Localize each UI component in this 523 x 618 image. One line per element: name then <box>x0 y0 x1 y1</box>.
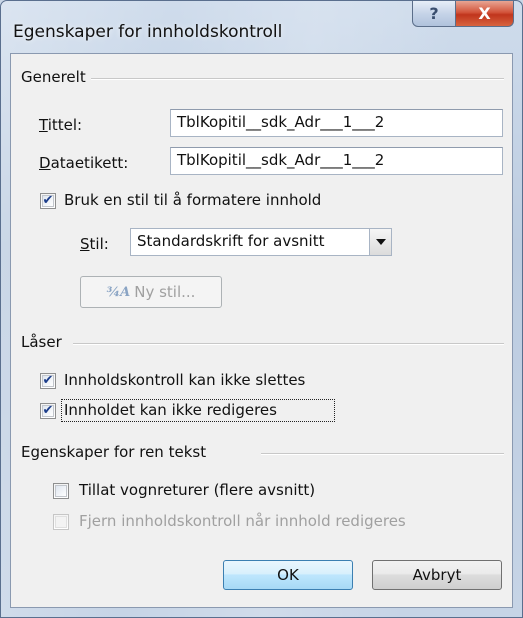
style-select-value: Standardskrift for avsnitt <box>137 232 325 250</box>
group-title-plain-text: Egenskaper for ren tekst <box>21 443 207 461</box>
chevron-down-icon <box>375 239 386 245</box>
ok-button[interactable]: OK <box>223 560 353 590</box>
style-label: Stil: <box>80 235 109 253</box>
group-divider-plain-text <box>261 453 504 455</box>
group-title-locking: Låser <box>21 333 62 351</box>
cannot-edit-label: Innholdet kan ikke redigeres <box>64 401 277 419</box>
remove-control-checkbox[interactable] <box>53 514 69 530</box>
style-select[interactable]: Standardskrift for avsnitt <box>130 228 392 256</box>
checkmark-icon: ✔ <box>42 193 54 208</box>
tag-label: Dataetikett: <box>39 154 129 172</box>
tag-input[interactable]: TblKopitil__sdk_Adr___1___2 <box>170 147 503 175</box>
checkmark-icon: ✔ <box>42 403 54 418</box>
window-title: Egenskaper for innholdskontroll <box>13 22 283 42</box>
dialog-body: Generelt Tittel: TblKopitil__sdk_Adr___1… <box>10 53 513 608</box>
cannot-delete-checkbox[interactable]: ✔ <box>40 373 56 389</box>
group-divider-locking <box>73 343 504 345</box>
use-style-label: Bruk en stil til å formatere innhold <box>64 191 322 209</box>
group-title-general: Generelt <box>21 68 86 86</box>
use-style-checkbox[interactable]: ✔ <box>40 193 56 209</box>
title-label: Tittel: <box>39 116 83 134</box>
allow-returns-label: Tillat vognreturer (flere avsnitt) <box>79 481 316 499</box>
new-style-icon: ¾A <box>106 284 131 300</box>
group-divider-general <box>91 78 504 80</box>
dialog-window: Egenskaper for innholdskontroll ? X Gene… <box>0 0 523 618</box>
checkmark-icon: ✔ <box>42 373 54 388</box>
new-style-label: Ny stil... <box>134 283 196 301</box>
help-button[interactable]: ? <box>412 1 456 27</box>
allow-returns-checkbox[interactable] <box>53 483 69 499</box>
new-style-button[interactable]: ¾A Ny stil... <box>80 276 222 308</box>
help-icon: ? <box>429 4 439 23</box>
remove-control-label: Fjern innholdskontroll når innhold redig… <box>79 512 406 530</box>
close-icon: X <box>478 4 491 23</box>
cannot-edit-checkbox[interactable]: ✔ <box>40 403 56 419</box>
caption-buttons: ? X <box>412 1 514 27</box>
title-input[interactable]: TblKopitil__sdk_Adr___1___2 <box>170 109 503 137</box>
close-button[interactable]: X <box>456 1 514 27</box>
cancel-button[interactable]: Avbryt <box>372 560 502 590</box>
style-select-dropdown-button[interactable] <box>369 229 391 255</box>
cannot-delete-label: Innholdskontroll kan ikke slettes <box>64 371 306 389</box>
